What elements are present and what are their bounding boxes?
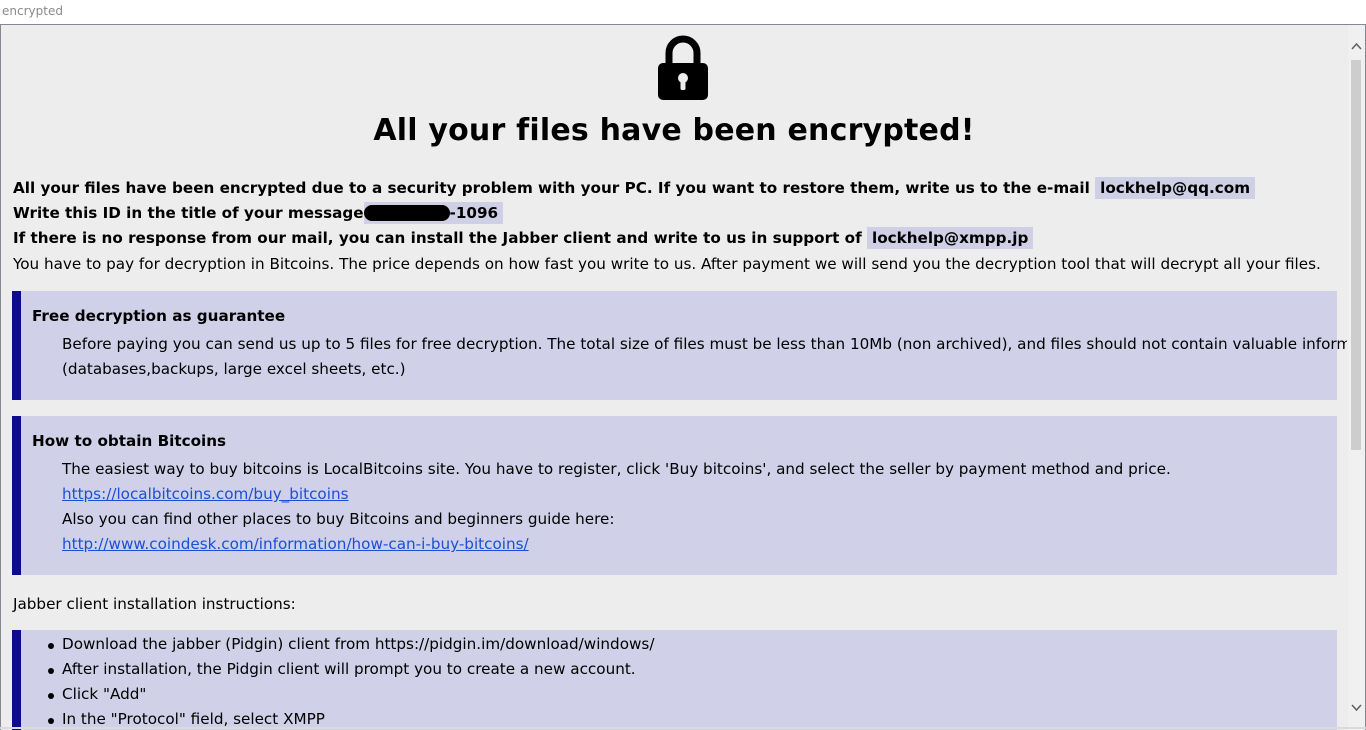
window-title: encrypted bbox=[2, 4, 63, 18]
intro-line-payment: You have to pay for decryption in Bitcoi… bbox=[13, 255, 1321, 273]
guarantee-text-1: Before paying you can send us up to 5 fi… bbox=[62, 335, 1347, 353]
redacted-id-bar bbox=[363, 205, 450, 221]
victim-id: -1096 bbox=[363, 202, 504, 224]
jabber-instructions-heading: Jabber client installation instructions: bbox=[13, 595, 296, 613]
guarantee-panel: Free decryption as guarantee Before payi… bbox=[12, 291, 1347, 400]
guarantee-title: Free decryption as guarantee bbox=[32, 307, 286, 325]
bitcoins-panel: How to obtain Bitcoins The easiest way t… bbox=[12, 416, 1337, 575]
vertical-scrollbar[interactable] bbox=[1348, 25, 1365, 730]
intro-line2-text: Write this ID in the title of your messa… bbox=[13, 204, 364, 222]
list-item: Click "Add" bbox=[47, 685, 147, 703]
ransom-note-window: All your files have been encrypted! All … bbox=[0, 24, 1366, 730]
jabber-contact: lockhelp@xmpp.jp bbox=[866, 227, 1034, 249]
victim-id-suffix: -1096 bbox=[449, 204, 499, 222]
note-content: All your files have been encrypted! All … bbox=[1, 25, 1347, 730]
jabber-steps-panel: Download the jabber (Pidgin) client from… bbox=[12, 630, 1337, 730]
page-title: All your files have been encrypted! bbox=[373, 113, 975, 148]
scroll-up-arrow-icon[interactable] bbox=[1348, 38, 1365, 55]
coindesk-link[interactable]: http://www.coindesk.com/information/how-… bbox=[62, 535, 529, 553]
localbitcoins-link-wrap: https://localbitcoins.com/buy_bitcoins bbox=[62, 485, 349, 503]
bitcoins-title: How to obtain Bitcoins bbox=[32, 432, 227, 450]
scrollbar-thumb[interactable] bbox=[1351, 60, 1361, 450]
intro-line3-text: If there is no response from our mail, y… bbox=[13, 229, 862, 247]
window-titlebar: encrypted bbox=[0, 0, 1366, 24]
intro-line-jabber: If there is no response from our mail, y… bbox=[13, 227, 1034, 249]
padlock-icon bbox=[658, 35, 708, 100]
localbitcoins-link[interactable]: https://localbitcoins.com/buy_bitcoins bbox=[62, 485, 349, 503]
bitcoins-text-2: Also you can find other places to buy Bi… bbox=[62, 510, 615, 528]
bitcoins-text-1: The easiest way to buy bitcoins is Local… bbox=[62, 460, 1171, 478]
intro-line1-text: All your files have been encrypted due t… bbox=[13, 179, 1090, 197]
list-item: In the "Protocol" field, select XMPP bbox=[48, 710, 325, 728]
intro-line-id: Write this ID in the title of your messa… bbox=[13, 202, 504, 224]
intro-line-email: All your files have been encrypted due t… bbox=[13, 177, 1256, 199]
scroll-down-arrow-icon[interactable] bbox=[1348, 699, 1365, 716]
list-item: After installation, the Pidgin client wi… bbox=[48, 660, 636, 678]
list-item: Download the jabber (Pidgin) client from… bbox=[47, 635, 655, 653]
guarantee-text-2: (databases,backups, large excel sheets, … bbox=[62, 360, 406, 378]
contact-email: lockhelp@qq.com bbox=[1095, 177, 1256, 199]
coindesk-link-wrap: http://www.coindesk.com/information/how-… bbox=[62, 535, 529, 553]
